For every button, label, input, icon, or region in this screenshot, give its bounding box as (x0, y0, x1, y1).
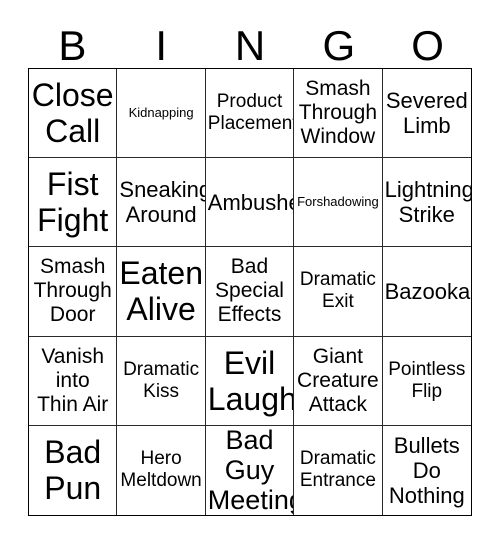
bingo-cell-r4c1[interactable]: Vanish into Thin Air (29, 336, 118, 426)
bingo-cell-r3c4[interactable]: Dramatic Exit (294, 247, 383, 337)
bingo-header-letter-g: G (322, 22, 356, 69)
bingo-cell-label: Kidnapping (128, 105, 194, 121)
bingo-grid: Close Call Kidnapping Product Placement Sma… (28, 68, 472, 516)
bingo-cell-label: Bazooka (384, 278, 471, 304)
bingo-cell-r5c4[interactable]: Dramatic Entrance (294, 425, 383, 515)
bingo-cell-label: Lightning Strike (384, 177, 471, 228)
bingo-cell-r5c5[interactable]: Bullets Do Nothing (383, 426, 471, 515)
bingo-cell-r3c5[interactable]: Bazooka (382, 247, 471, 337)
bingo-cell-r5c1[interactable]: Bad Pun (29, 425, 118, 515)
bingo-cell-r1c5[interactable]: Severed Limb (382, 69, 471, 159)
bingo-cell-r3c1[interactable]: Smash Through Door (29, 247, 118, 337)
bingo-cell-label: Bad Special Effects (215, 255, 284, 327)
bingo-cell-label: Product Placement (207, 91, 295, 135)
bingo-cell-label: Eaten Alive (119, 255, 204, 328)
bingo-cell-r4c3[interactable]: Evil Laugh (205, 336, 295, 426)
bingo-cell-label: Bad Guy Meeting (207, 425, 293, 515)
bingo-cell-label: Fist Fight (37, 166, 109, 239)
bingo-header: BINGO (28, 14, 472, 68)
bingo-cell-label: Severed Limb (385, 88, 468, 139)
bingo-cell-label: Smash Through Door (33, 255, 112, 327)
bingo-cell-r2c1[interactable]: Fist Fight (29, 158, 118, 248)
bingo-cell-label: Dramatic Kiss (123, 358, 200, 402)
bingo-cell-r2c3[interactable]: Ambushed (205, 158, 295, 248)
bingo-cell-r3c2[interactable]: Eaten Alive (117, 247, 206, 337)
bingo-cell-label: Smash Through Window (298, 77, 377, 149)
bingo-cell-r5c2[interactable]: Hero Meltdown (117, 425, 206, 515)
bingo-cell-label: Forshadowing (297, 194, 379, 210)
bingo-cell-label: Dramatic Exit (299, 269, 376, 313)
bingo-cell-label: Ambushed (207, 189, 293, 215)
bingo-cell-r1c4[interactable]: Smash Through Window (294, 69, 383, 159)
bingo-cell-label: Giant Creature Attack (297, 344, 379, 416)
bingo-cell-r1c3[interactable]: Product Placement (205, 69, 295, 159)
bingo-cell-label: Pointless Flip (388, 358, 466, 402)
bingo-header-letter-i: I (155, 22, 168, 69)
bingo-cell-r4c4[interactable]: Giant Creature Attack (294, 336, 383, 426)
bingo-cell-label: Close Call (31, 77, 114, 150)
bingo-header-letter-o: O (411, 22, 444, 69)
bingo-cell-r5c3[interactable]: Bad Guy Meeting (206, 425, 295, 515)
bingo-cell-r1c1[interactable]: Close Call (29, 69, 118, 159)
bingo-cell-r2c4[interactable]: Forshadowing (294, 158, 383, 248)
bingo-cell-label: Vanish into Thin Air (37, 344, 109, 416)
bingo-cell-label: Hero Meltdown (120, 448, 202, 492)
bingo-header-letter-n: N (234, 22, 266, 69)
bingo-cell-r4c2[interactable]: Dramatic Kiss (117, 336, 206, 426)
bingo-cell-label: Bullets Do Nothing (388, 432, 465, 508)
bingo-header-letter-b: B (58, 22, 87, 69)
bingo-cell-label: Sneaking Around (119, 177, 206, 228)
bingo-cell-label: Dramatic Entrance (299, 448, 376, 492)
bingo-cell-label: Bad Pun (44, 434, 102, 507)
bingo-cell-label: Evil Laugh (207, 344, 295, 417)
bingo-cell-r2c2[interactable]: Sneaking Around (117, 158, 206, 248)
bingo-cell-r3c3[interactable]: Bad Special Effects (205, 247, 295, 337)
bingo-cell-r4c5[interactable]: Pointless Flip (382, 337, 471, 426)
bingo-cell-r1c2[interactable]: Kidnapping (117, 69, 206, 159)
bingo-card: B I N G O Close Call Kidnapping Product Placem… (0, 0, 500, 544)
bingo-cell-r2c5[interactable]: Lightning Strike (382, 158, 471, 248)
